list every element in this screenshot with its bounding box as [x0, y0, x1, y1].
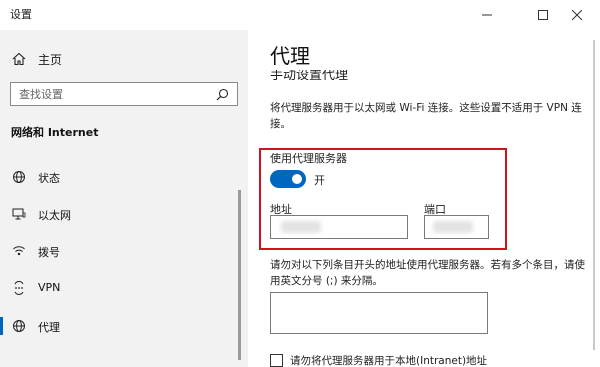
section-heading-partial: 手动设置代理 — [270, 70, 348, 80]
search-box[interactable] — [10, 82, 238, 106]
sidebar-item-label: 拨号 — [38, 246, 60, 259]
search-input[interactable] — [19, 86, 209, 102]
section-title: 网络和 Internet — [11, 126, 99, 139]
local-bypass-label: 请勿将代理服务器用于本地(Intranet)地址 — [290, 355, 488, 367]
home-label: 主页 — [38, 52, 63, 67]
port-value-redacted — [433, 221, 473, 233]
maximize-icon — [538, 10, 548, 20]
content-scrollbar[interactable] — [593, 40, 595, 350]
exceptions-textarea[interactable] — [270, 292, 488, 334]
sidebar-item-ethernet[interactable]: 以太网 — [0, 199, 248, 229]
sidebar-item-dialup[interactable]: 拨号 — [0, 236, 248, 266]
dialup-icon — [13, 246, 25, 256]
proxy-description: 将代理服务器用于以太网或 Wi-Fi 连接。这些设置不适用于 VPN 连接。 — [270, 102, 582, 130]
minimize-button[interactable] — [464, 0, 510, 30]
home-nav-item[interactable]: 主页 — [12, 50, 62, 68]
title-bar: 设置 — [0, 0, 600, 30]
sidebar-item-label: 代理 — [38, 321, 60, 334]
search-icon[interactable] — [216, 88, 229, 101]
sidebar-item-proxy[interactable]: 代理 — [0, 311, 248, 341]
main-content: 代理 手动设置代理 将代理服务器用于以太网或 Wi-Fi 连接。这些设置不适用于… — [248, 30, 600, 367]
minimize-icon — [482, 14, 492, 16]
window-title: 设置 — [10, 8, 32, 21]
home-icon — [12, 52, 26, 66]
globe-proxy-icon — [13, 320, 25, 332]
sidebar-item-label: VPN — [38, 281, 61, 294]
exceptions-description: 请勿对以下列条目开头的地址使用代理服务器。若有多个条目，请使用英文分号 (;) … — [270, 259, 585, 287]
page-title: 代理 — [270, 44, 310, 68]
sidebar-item-label: 以太网 — [38, 209, 71, 222]
use-proxy-toggle[interactable] — [270, 170, 306, 188]
local-bypass-checkbox[interactable] — [270, 354, 283, 367]
port-field[interactable] — [424, 215, 489, 239]
monitor-icon — [12, 208, 26, 220]
address-field[interactable] — [270, 215, 408, 239]
vpn-icon — [14, 281, 24, 295]
address-value-redacted — [281, 221, 321, 233]
active-indicator — [0, 317, 3, 335]
sidebar: 主页 网络和 Internet 状态 以太网 拨号 — [0, 30, 248, 367]
toggle-knob — [292, 174, 302, 184]
sidebar-item-vpn[interactable]: VPN — [0, 273, 248, 303]
section-heading-text: 手动设置代理 — [270, 70, 349, 80]
sidebar-item-status[interactable]: 状态 — [0, 162, 248, 192]
close-button[interactable] — [554, 0, 600, 30]
sidebar-scrollbar[interactable] — [238, 190, 241, 360]
use-proxy-label: 使用代理服务器 — [270, 152, 347, 165]
close-icon — [572, 10, 582, 20]
globe-icon — [13, 171, 25, 183]
toggle-state-label: 开 — [314, 174, 325, 187]
sidebar-item-label: 状态 — [38, 172, 60, 185]
